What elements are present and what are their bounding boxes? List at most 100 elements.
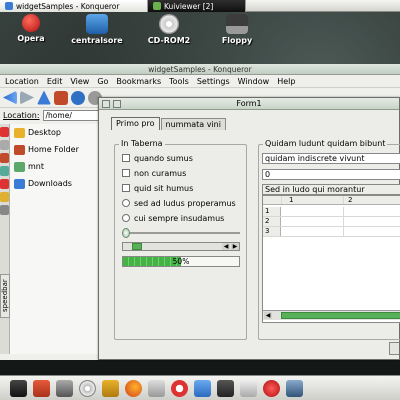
menu-bookmarks[interactable]: Bookmarks: [112, 75, 165, 87]
desktop-icon-opera[interactable]: Opera: [0, 14, 62, 43]
column-divider: [343, 227, 344, 236]
home-icon[interactable]: [33, 379, 50, 397]
row-header[interactable]: 3: [263, 227, 281, 236]
sidebar-item-home[interactable]: Home Folder: [14, 141, 98, 158]
spinbox-field[interactable]: 0: [262, 169, 400, 180]
favorites-icon[interactable]: [263, 379, 280, 397]
menu-location[interactable]: Location: [1, 75, 43, 87]
checkbox-label: quid sit humus: [134, 183, 194, 193]
row-header[interactable]: 1: [263, 207, 281, 216]
form1-dialog: Form1 Primo pro nummata vini In Taberna …: [98, 97, 400, 360]
column-header[interactable]: 2: [348, 196, 352, 204]
sidebar-item-label: mnt: [28, 162, 44, 171]
radio-cui-sempre[interactable]: cui sempre insudamus: [122, 213, 224, 223]
desktop-icon-floppy[interactable]: Floppy: [206, 14, 268, 45]
back-icon[interactable]: [3, 90, 17, 105]
column-divider: [343, 207, 344, 216]
task-konqueror[interactable]: widgetSamples - Konqueror: [0, 0, 148, 12]
web-icon[interactable]: [286, 379, 303, 397]
media-tab-icon[interactable]: [0, 179, 9, 189]
desktop-icon-cdrom[interactable]: CD-ROM2: [138, 14, 200, 45]
sidebar-item-mnt[interactable]: mnt: [14, 158, 98, 175]
pin-icon[interactable]: [113, 100, 121, 108]
scroll-right-icon[interactable]: ▶: [231, 243, 239, 250]
notes-icon[interactable]: [240, 379, 257, 397]
kde-icon[interactable]: [194, 379, 211, 397]
menu-view[interactable]: View: [66, 75, 93, 87]
radio-button[interactable]: [122, 199, 130, 207]
row-header[interactable]: 2: [263, 217, 281, 226]
menu-edit[interactable]: Edit: [43, 75, 67, 87]
media-icon[interactable]: [79, 379, 96, 397]
dialog-button[interactable]: [389, 342, 399, 355]
system-icon[interactable]: [56, 379, 73, 397]
dialog-titlebar[interactable]: Form1: [99, 98, 399, 110]
firefox-icon[interactable]: [125, 379, 142, 397]
table-scrollbar[interactable]: ◀: [263, 310, 400, 320]
window-menu-icon[interactable]: [102, 100, 110, 108]
desktop-icon-centralsore[interactable]: centralsore: [66, 14, 128, 45]
network-tab-icon[interactable]: [0, 166, 9, 176]
sidebar-tree: Desktop Home Folder mnt Downloads: [14, 124, 98, 192]
checkbox-quid-sit-humus[interactable]: quid sit humus: [122, 183, 193, 193]
slider[interactable]: [122, 228, 240, 238]
forward-icon[interactable]: [20, 90, 34, 105]
table-row[interactable]: 1: [263, 207, 400, 217]
column-divider: [343, 196, 344, 204]
checkbox-box[interactable]: [122, 154, 130, 162]
history-tab-icon[interactable]: [0, 140, 9, 150]
progress-bar: 50%: [122, 256, 240, 267]
column-header[interactable]: 1: [289, 196, 293, 204]
radio-label: cui sempre insudamus: [134, 213, 225, 223]
menu-settings[interactable]: Settings: [193, 75, 234, 87]
settings-icon[interactable]: [217, 379, 234, 397]
desktop-icon-label: Floppy: [221, 36, 253, 45]
cdrom-icon: [159, 14, 179, 34]
sidebar-item-downloads[interactable]: Downloads: [14, 175, 98, 192]
menu-help[interactable]: Help: [273, 75, 299, 87]
menu-tools[interactable]: Tools: [165, 75, 193, 87]
scroll-left-icon[interactable]: ◀: [264, 312, 272, 319]
menu-window[interactable]: Window: [234, 75, 274, 87]
speedbar-tab[interactable]: speedbar: [0, 274, 10, 318]
services-tab-icon[interactable]: [0, 192, 9, 202]
horizontal-scrollbar[interactable]: ◀ ▶: [122, 242, 240, 251]
reload-icon[interactable]: [71, 90, 85, 105]
menubar: Location Edit View Go Bookmarks Tools Se…: [0, 75, 400, 88]
radio-button[interactable]: [122, 214, 130, 222]
tab-primo-pro[interactable]: Primo pro: [111, 117, 160, 130]
root-tab-icon[interactable]: [0, 205, 9, 215]
text-field[interactable]: quidam indiscrete vivunt: [262, 153, 400, 164]
scrollbar-thumb[interactable]: [281, 312, 400, 319]
bookmarks-tab-icon[interactable]: [0, 127, 9, 137]
table-row[interactable]: 2: [263, 217, 400, 227]
table-row[interactable]: 3: [263, 227, 400, 237]
sidebar-item-desktop[interactable]: Desktop: [14, 124, 98, 141]
scrollbar-thumb[interactable]: [132, 243, 142, 250]
help-icon[interactable]: [171, 379, 188, 397]
desktop-icon: [14, 127, 25, 138]
checkbox-quando-sumus[interactable]: quando sumus: [122, 153, 193, 163]
floppy-icon: [226, 14, 248, 34]
checkbox-box[interactable]: [122, 184, 130, 192]
task-kuiviewer[interactable]: Kuiviewer [2]: [148, 0, 246, 12]
kuiviewer-icon: [153, 2, 161, 10]
data-table[interactable]: 1 2 1 2 3 ◀: [262, 195, 400, 323]
checkbox-box[interactable]: [122, 169, 130, 177]
checkbox-non-curamus[interactable]: non curamus: [122, 168, 186, 178]
progress-label: 50%: [172, 257, 190, 266]
location-field[interactable]: /home/: [42, 109, 103, 121]
menu-go[interactable]: Go: [93, 75, 112, 87]
scroll-left-icon[interactable]: ◀: [222, 243, 230, 250]
up-icon[interactable]: [37, 90, 51, 105]
home-icon[interactable]: [54, 90, 68, 105]
tab-bar: Primo pro nummata vini: [111, 117, 227, 130]
tab-nummata-vini[interactable]: nummata vini: [160, 118, 226, 130]
radio-sed-ad-ludus[interactable]: sed ad ludus properamus: [122, 198, 236, 208]
home-tab-icon[interactable]: [0, 153, 9, 163]
combobox[interactable]: Sed in ludo qui morantur: [262, 184, 400, 195]
games-icon[interactable]: [102, 379, 119, 397]
terminal-icon[interactable]: [148, 379, 165, 397]
kmenu-icon[interactable]: [10, 379, 27, 397]
slider-knob[interactable]: [122, 228, 130, 238]
